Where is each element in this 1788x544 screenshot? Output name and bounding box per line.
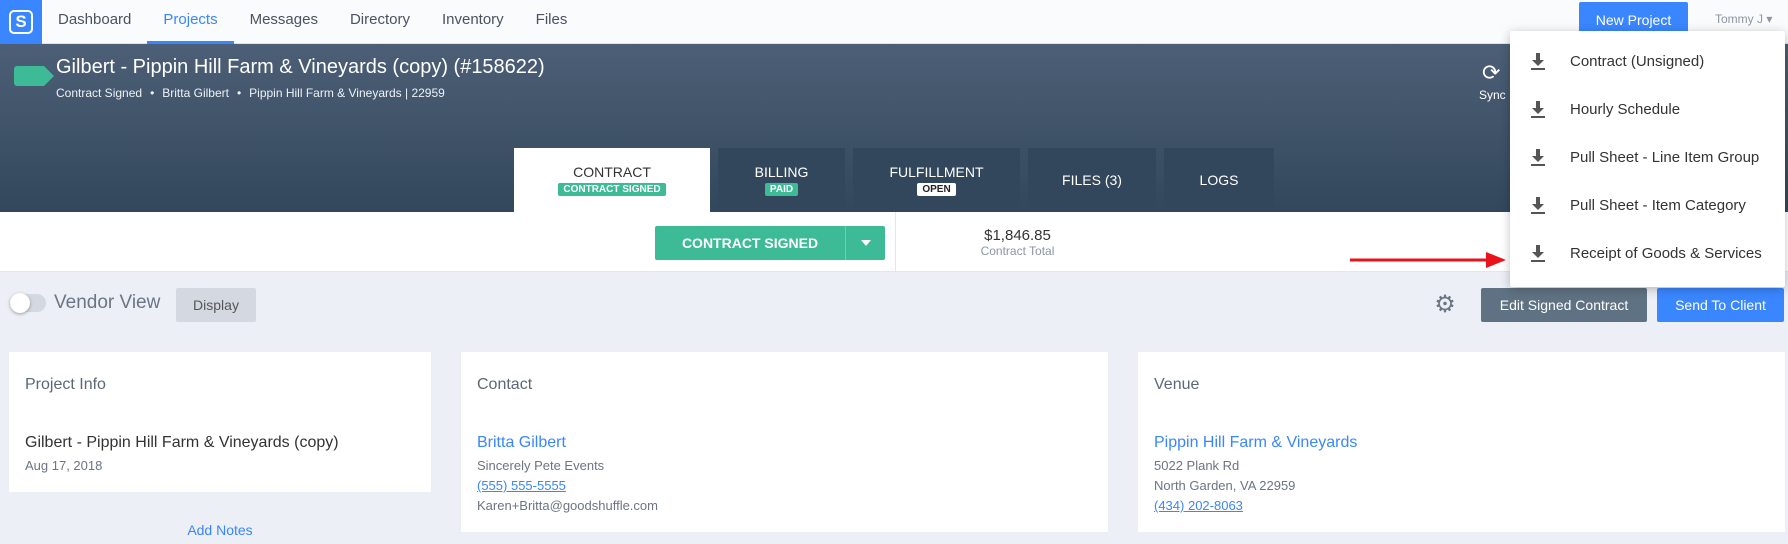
sync-icon[interactable]: ⟳ [1482, 60, 1500, 86]
client-name: Britta Gilbert [162, 86, 229, 100]
project-date: Aug 17, 2018 [25, 458, 103, 473]
card-title: Project Info [25, 376, 106, 393]
download-icon [1531, 101, 1545, 118]
download-icon [1531, 197, 1545, 214]
divider [895, 212, 896, 272]
chevron-down-icon: ▾ [1766, 12, 1773, 26]
caret-down-icon [860, 240, 871, 246]
download-icon [1531, 149, 1545, 166]
venue-address-line2: North Garden, VA 22959 [1154, 478, 1296, 493]
nav-item-files[interactable]: Files [520, 0, 584, 44]
nav-menu: Dashboard Projects Messages Directory In… [42, 0, 583, 44]
status-text: Contract Signed [56, 86, 143, 100]
tab-files[interactable]: FILES (3) [1028, 148, 1156, 212]
contract-status-button[interactable]: CONTRACT SIGNED [655, 226, 845, 260]
contact-email: Karen+Britta@goodshuffle.com [477, 498, 658, 513]
card-title: Venue [1154, 376, 1200, 393]
tab-contract[interactable]: CONTRACT CONTRACT SIGNED [514, 148, 710, 212]
send-to-client-button[interactable]: Send To Client [1657, 288, 1784, 322]
menu-item-label: Contract (Unsigned) [1570, 52, 1705, 70]
menu-item-contract-unsigned[interactable]: Contract (Unsigned) [1510, 37, 1785, 85]
contact-card: Contact Britta Gilbert Sincerely Pete Ev… [461, 352, 1108, 532]
gear-icon[interactable]: ⚙ [1432, 292, 1458, 318]
download-icon [1531, 245, 1545, 262]
nav-item-inventory[interactable]: Inventory [426, 0, 520, 44]
user-name: Tommy J [1715, 12, 1763, 26]
user-menu[interactable]: Tommy J ▾ [1715, 12, 1772, 26]
project-info-card: Project Info Gilbert - Pippin Hill Farm … [9, 352, 431, 492]
vendor-view-toggle[interactable] [10, 293, 46, 313]
venue-card: Venue Pippin Hill Farm & Vineyards 5022 … [1138, 352, 1785, 532]
contact-name-link[interactable]: Britta Gilbert [477, 434, 566, 452]
project-subtitle: Contract Signed • Britta Gilbert • Pippin … [56, 86, 445, 100]
toggle-knob [10, 293, 30, 313]
app-logo[interactable]: S [0, 0, 42, 44]
sync-label: Sync [1479, 88, 1506, 102]
venue-name-link[interactable]: Pippin Hill Farm & Vineyards [1154, 434, 1357, 452]
menu-item-label: Receipt of Goods & Services [1570, 244, 1762, 262]
nav-item-directory[interactable]: Directory [334, 0, 426, 44]
menu-item-hourly-schedule[interactable]: Hourly Schedule [1510, 85, 1785, 133]
tab-label: FULFILLMENT [889, 164, 984, 180]
project-title: Gilbert - Pippin Hill Farm & Vineyards (… [56, 56, 545, 78]
nav-item-dashboard[interactable]: Dashboard [42, 0, 147, 44]
status-badge: CONTRACT SIGNED [558, 183, 666, 196]
project-name: Gilbert - Pippin Hill Farm & Vineyards (… [25, 434, 339, 451]
display-button[interactable]: Display [176, 288, 256, 322]
nav-item-projects[interactable]: Projects [147, 0, 234, 44]
tag-icon [14, 66, 54, 86]
menu-item-label: Pull Sheet - Line Item Group [1570, 148, 1760, 166]
tab-label: CONTRACT [573, 164, 651, 180]
add-notes-link[interactable]: Add Notes [9, 522, 431, 538]
contract-status-dropdown[interactable] [845, 226, 885, 260]
menu-item-label: Hourly Schedule [1570, 100, 1681, 118]
tab-label: FILES (3) [1062, 172, 1122, 188]
logo-icon: S [9, 10, 33, 34]
card-title: Contact [477, 376, 533, 393]
tab-label: BILLING [754, 164, 809, 180]
venue-summary: Pippin Hill Farm & Vineyards | 22959 [249, 86, 445, 100]
status-badge: PAID [764, 183, 799, 196]
annotation-arrow-icon [1350, 252, 1506, 268]
venue-address-line1: 5022 Plank Rd [1154, 458, 1240, 473]
menu-item-receipt-of-goods[interactable]: Receipt of Goods & Services [1510, 229, 1785, 277]
vendor-view-label: Vendor View [54, 292, 161, 313]
bullet-separator: • [236, 86, 242, 100]
project-tabs: CONTRACT CONTRACT SIGNED BILLING PAID FU… [514, 148, 1274, 212]
download-icon [1531, 53, 1545, 70]
contact-company: Sincerely Pete Events [477, 458, 605, 473]
contact-phone-link[interactable]: (555) 555-5555 [477, 478, 566, 493]
edit-signed-contract-button[interactable]: Edit Signed Contract [1481, 288, 1647, 322]
contract-total-amount: $1,846.85 [984, 227, 1051, 244]
status-badge: OPEN [917, 183, 956, 196]
contract-total-label: Contract Total [980, 244, 1055, 258]
tab-logs[interactable]: LOGS [1164, 148, 1274, 212]
venue-phone-link[interactable]: (434) 202-8063 [1154, 498, 1243, 513]
tab-billing[interactable]: BILLING PAID [718, 148, 845, 212]
menu-item-label: Pull Sheet - Item Category [1570, 196, 1746, 214]
tab-fulfillment[interactable]: FULFILLMENT OPEN [853, 148, 1020, 212]
download-menu: Contract (Unsigned) Hourly Schedule Pull… [1510, 31, 1785, 287]
menu-item-pull-sheet-item-category[interactable]: Pull Sheet - Item Category [1510, 181, 1785, 229]
bullet-separator: • [150, 86, 155, 100]
tab-label: LOGS [1199, 172, 1239, 188]
menu-item-pull-sheet-line-item-group[interactable]: Pull Sheet - Line Item Group [1510, 133, 1785, 181]
nav-item-messages[interactable]: Messages [234, 0, 334, 44]
